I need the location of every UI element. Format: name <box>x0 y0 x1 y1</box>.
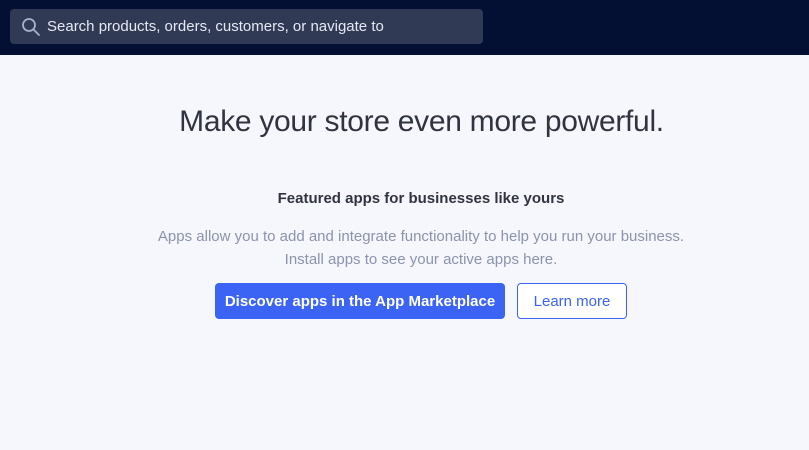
apps-empty-state: Make your store even more powerful. Feat… <box>0 55 809 450</box>
global-search[interactable] <box>10 9 483 44</box>
top-bar <box>0 0 809 55</box>
search-icon <box>21 17 41 37</box>
discover-apps-button[interactable]: Discover apps in the App Marketplace <box>215 283 505 319</box>
learn-more-button[interactable]: Learn more <box>517 283 627 319</box>
page-title: Make your store even more powerful. <box>179 105 664 138</box>
search-input[interactable] <box>47 18 467 35</box>
featured-apps-heading: Featured apps for businesses like yours <box>277 190 565 207</box>
apps-description-line-1: Apps allow you to add and integrate func… <box>157 228 685 245</box>
apps-description-line-2: Install apps to see your active apps her… <box>284 251 558 268</box>
